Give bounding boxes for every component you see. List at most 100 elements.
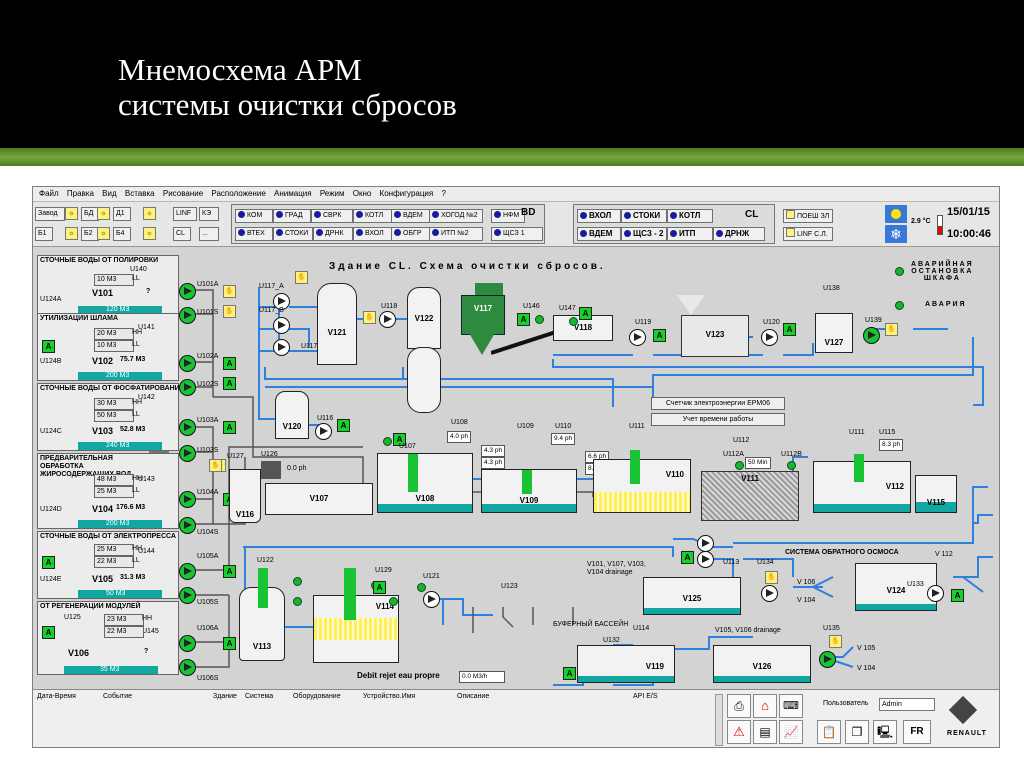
pump-u116[interactable] (315, 423, 332, 440)
printer-icon[interactable]: ⎙ (727, 694, 751, 718)
auto-mode-button[interactable]: A (951, 589, 964, 602)
auto-mode-button[interactable]: A (337, 419, 350, 432)
tank-v122[interactable]: V122 (407, 287, 441, 349)
auto-mode-button[interactable]: A (681, 551, 694, 564)
lamp-icon[interactable]: ☼ (65, 207, 78, 220)
tank-v113[interactable]: V113 (239, 568, 285, 661)
tank-v110[interactable]: V110 (593, 450, 691, 513)
tank-v108[interactable]: V108 (377, 453, 473, 513)
menu-item-window[interactable]: Окно (353, 189, 372, 198)
auto-mode-button[interactable]: A (42, 556, 55, 569)
nav-button-drnzh[interactable]: ДРНЖ (713, 227, 765, 241)
home-icon[interactable]: ⌂ (753, 694, 777, 718)
pump-u101a[interactable] (179, 283, 196, 300)
nav-button-nfm[interactable]: НФМ (491, 209, 525, 223)
keyboard-icon[interactable]: ⌨ (779, 694, 803, 718)
lamp-icon[interactable]: ☼ (143, 207, 156, 220)
pump-u139[interactable] (863, 327, 880, 344)
pump-u134[interactable] (761, 585, 778, 602)
hh-setpoint[interactable]: 48 М3 (94, 474, 134, 486)
auto-mode-button[interactable]: A (579, 307, 592, 320)
nav-button-shsz2[interactable]: ЩСЗ - 2 (621, 227, 667, 241)
computer-icon[interactable]: 🖳 (873, 720, 897, 744)
ll-setpoint[interactable]: 50 М3 (94, 410, 134, 422)
menu-item-layout[interactable]: Расположение (211, 189, 265, 198)
nav-button-plant[interactable]: Завод (35, 207, 65, 221)
pump-u121[interactable] (423, 591, 440, 608)
nav-button-grad[interactable]: ГРАД (273, 209, 311, 223)
menu-item-insert[interactable]: Вставка (125, 189, 155, 198)
pump-u117b[interactable] (273, 317, 290, 334)
nav-button-itp2[interactable]: ИТП №2 (429, 227, 483, 241)
nav-button-poesh[interactable]: ПОЕШ ЗЛ (783, 209, 833, 223)
tank-v116[interactable]: V116 (229, 469, 261, 523)
ll-setpoint[interactable]: 10 М3 (94, 340, 134, 352)
pump-u105a[interactable] (179, 563, 196, 580)
worktime-button[interactable]: Учет времени работы (651, 413, 785, 426)
ll-setpoint[interactable]: 25 М3 (94, 486, 134, 498)
pump-u120[interactable] (761, 329, 778, 346)
pump-u104a[interactable] (179, 491, 196, 508)
energy-meter-button[interactable]: Счетчик электроэнергии EPM06 (651, 397, 785, 410)
pump-u118[interactable] (379, 311, 396, 328)
auto-mode-button[interactable]: A (223, 377, 236, 390)
hh-setpoint[interactable]: 23 М3 (104, 614, 144, 626)
tank-v109[interactable]: V109 (481, 469, 577, 513)
menu-item-edit[interactable]: Правка (67, 189, 94, 198)
hand-mode-icon[interactable]: ✋ (885, 323, 898, 336)
user-field[interactable]: Admin (879, 698, 935, 711)
tank-v115[interactable]: V115 (915, 475, 957, 513)
nav-button-svrk[interactable]: СВРК (311, 209, 353, 223)
hh-setpoint[interactable]: 10 М3 (94, 274, 134, 286)
auto-mode-button[interactable]: A (517, 313, 530, 326)
nav-button-vhol-cl[interactable]: ВХОЛ (577, 209, 621, 223)
nav-button-d1[interactable]: Д1 (113, 207, 131, 221)
tank-v112[interactable]: V112 (813, 454, 911, 513)
pump-u128[interactable] (697, 535, 714, 552)
nav-button-ke[interactable]: КЭ (199, 207, 219, 221)
pump-u105s[interactable] (179, 587, 196, 604)
pump-u103a[interactable] (179, 419, 196, 436)
menu-item-animation[interactable]: Анимация (274, 189, 312, 198)
pump-u133[interactable] (927, 585, 944, 602)
pump-u106s[interactable] (179, 659, 196, 676)
log-scrollbar[interactable] (715, 694, 723, 746)
tank-v114[interactable]: V114 (313, 568, 399, 663)
pump-u119[interactable] (629, 329, 646, 346)
warning-icon[interactable]: ⚠ (727, 720, 751, 744)
lamp-icon[interactable]: ☼ (97, 227, 110, 240)
hh-setpoint[interactable]: 25 М3 (94, 544, 134, 556)
hand-mode-icon[interactable]: ✋ (829, 635, 842, 648)
hand-mode-icon[interactable]: ✋ (209, 459, 222, 472)
auto-mode-button[interactable]: A (563, 667, 576, 680)
nav-button-itp[interactable]: ИТП (667, 227, 713, 241)
nav-button-shsz1[interactable]: ЩСЗ 1 (491, 227, 543, 241)
menu-item-help[interactable]: ? (441, 189, 445, 198)
menu-item-draw[interactable]: Рисование (163, 189, 203, 198)
nav-button-more[interactable]: ... (199, 227, 219, 241)
lamp-icon[interactable]: ☼ (143, 227, 156, 240)
hh-setpoint[interactable]: 20 М3 (94, 328, 134, 340)
nav-button-stoki-cl[interactable]: СТОКИ (621, 209, 667, 223)
windows-icon[interactable]: ❐ (845, 720, 869, 744)
document-icon[interactable]: ▤ (753, 720, 777, 744)
tank-v111[interactable]: V111 (701, 471, 799, 521)
tank-v119[interactable]: V119 (577, 645, 675, 683)
menu-item-file[interactable]: Файл (39, 189, 59, 198)
nav-button-b4[interactable]: Б4 (113, 227, 131, 241)
tank-v127[interactable]: V127 (815, 313, 853, 353)
nav-button-kotl-cl[interactable]: КОТЛ (667, 209, 713, 223)
nav-button-vteh[interactable]: ВТЕХ (235, 227, 273, 241)
hand-mode-icon[interactable]: ✋ (295, 271, 308, 284)
pump-u101s[interactable] (179, 307, 196, 324)
nav-button-kotl[interactable]: КОТЛ (353, 209, 393, 223)
lamp-icon[interactable]: ☼ (65, 227, 78, 240)
tank-v121[interactable]: V121 (317, 283, 357, 365)
lamp-icon[interactable]: ☼ (97, 207, 110, 220)
language-button[interactable]: FR (903, 720, 931, 744)
pump-u102s[interactable] (179, 379, 196, 396)
nav-button-drnk[interactable]: ДРНК (313, 227, 353, 241)
nav-button-linf[interactable]: LINF (173, 207, 197, 221)
pump-u103s[interactable] (179, 445, 196, 462)
nav-button-obgr[interactable]: ОБГР (391, 227, 431, 241)
